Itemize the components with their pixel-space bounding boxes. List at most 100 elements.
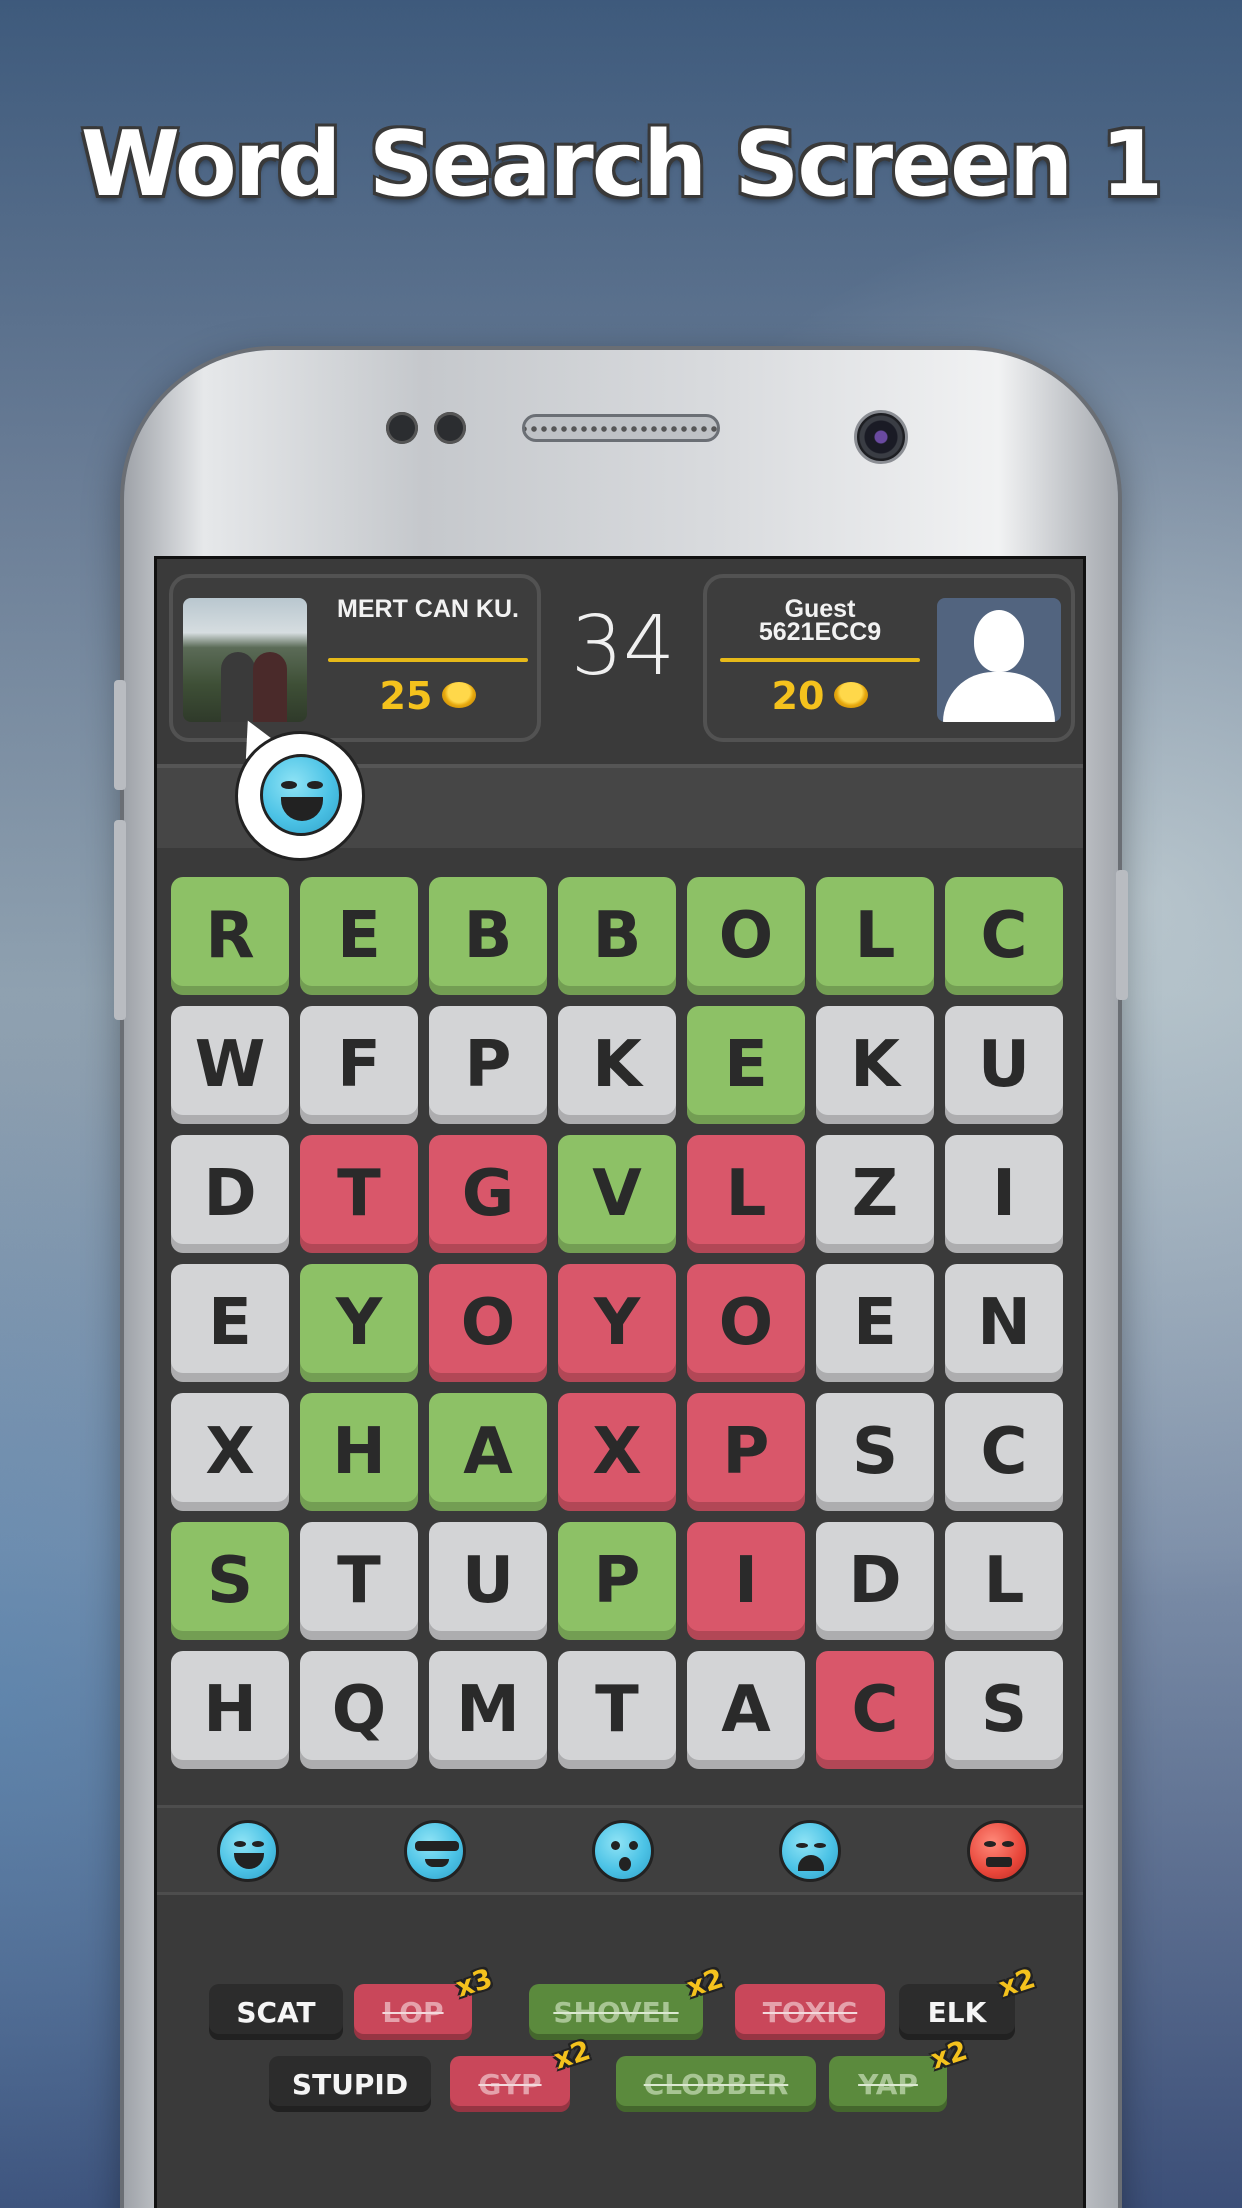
letter-tile[interactable]: P [687,1393,805,1511]
divider [328,658,528,662]
letter-tile[interactable]: X [171,1393,289,1511]
laughing-emoji-icon [260,754,342,836]
word-chip: SHOVEL x2 [529,1963,727,2040]
word-label: YAP [858,2067,918,2101]
letter-tile[interactable]: C [945,1393,1063,1511]
phone-frame: MERT CAN KU. 25 34 Guest 5621ECC9 20 R E… [114,350,1128,2208]
reaction-bubble [235,731,365,861]
letter-tile[interactable]: H [300,1393,418,1511]
letter-tile[interactable]: K [816,1006,934,1124]
letter-tile[interactable]: F [300,1006,418,1124]
letter-tile[interactable]: O [429,1264,547,1382]
letter-tile[interactable]: I [687,1522,805,1640]
word-chip: SCAT [209,1984,343,2040]
letter-tile[interactable]: B [558,877,676,995]
word-chip: ELK x2 [899,1963,1039,2040]
letter-tile[interactable]: C [816,1651,934,1769]
word-label: SHOVEL [553,1995,679,2029]
letter-tile[interactable]: V [558,1135,676,1253]
letter-tile[interactable]: Z [816,1135,934,1253]
letter-grid[interactable]: REBBOLCWFPKEKUDTGVLZIEYOYOENXHAXPSCSTUPI… [171,877,1075,1777]
letter-tile[interactable]: E [816,1264,934,1382]
turn-timer: 34 [570,599,676,694]
letter-tile[interactable]: L [945,1522,1063,1640]
volume-button [114,680,126,790]
letter-tile[interactable]: E [171,1264,289,1382]
cool-sunglasses-emoji-icon[interactable] [404,1820,466,1882]
word-chip: YAP x2 [829,2035,971,2112]
letter-tile[interactable]: W [171,1006,289,1124]
letter-tile[interactable]: P [558,1522,676,1640]
letter-tile[interactable]: I [945,1135,1063,1253]
coin-icon [442,681,477,708]
light-sensor [434,412,466,444]
coin-count: 25 [323,674,533,718]
letter-tile[interactable]: X [558,1393,676,1511]
letter-tile[interactable]: B [429,877,547,995]
letter-tile[interactable]: Q [300,1651,418,1769]
player-card-left: MERT CAN KU. 25 [169,574,541,742]
letter-tile[interactable]: E [687,1006,805,1124]
letter-tile[interactable]: T [558,1651,676,1769]
letter-tile[interactable]: D [171,1135,289,1253]
letter-tile[interactable]: H [171,1651,289,1769]
laughing-emoji-icon[interactable] [217,1820,279,1882]
multiplier-badge: x2 [926,2035,971,2076]
letter-tile[interactable]: A [429,1393,547,1511]
letter-tile[interactable]: E [300,877,418,995]
screen-headline: Word Search Screen 1 [80,112,1163,217]
word-chip: STUPID [269,2056,431,2112]
surprised-emoji-icon[interactable] [592,1820,654,1882]
letter-tile[interactable]: R [171,877,289,995]
letter-tile[interactable]: U [945,1006,1063,1124]
volume-button [114,820,126,1020]
letter-tile[interactable]: C [945,877,1063,995]
player-card-right: Guest 5621ECC9 20 [703,574,1075,742]
crying-emoji-icon[interactable] [779,1820,841,1882]
letter-tile[interactable]: T [300,1522,418,1640]
letter-tile[interactable]: S [171,1522,289,1640]
word-chip: CLOBBER [616,2056,816,2112]
word-label: TOXIC [762,1995,858,2029]
multiplier-badge: x2 [682,1963,727,2004]
earpiece-speaker [522,414,720,442]
multiplier-badge: x2 [994,1963,1039,2004]
letter-tile[interactable]: Y [300,1264,418,1382]
divider [720,658,920,662]
player-name: Guest 5621ECC9 [758,595,882,646]
letter-tile[interactable]: U [429,1522,547,1640]
letter-tile[interactable]: O [687,877,805,995]
multiplier-badge: x2 [549,2035,594,2076]
coin-count: 20 [715,674,925,718]
word-label: SCAT [236,1995,316,2029]
letter-tile[interactable]: S [945,1651,1063,1769]
coin-icon [834,681,869,708]
letter-tile[interactable]: K [558,1006,676,1124]
letter-tile[interactable]: G [429,1135,547,1253]
letter-tile[interactable]: D [816,1522,934,1640]
proximity-sensor [386,412,418,444]
letter-tile[interactable]: A [687,1651,805,1769]
game-screen: MERT CAN KU. 25 34 Guest 5621ECC9 20 R E… [154,556,1086,2208]
letter-tile[interactable]: T [300,1135,418,1253]
angry-emoji-icon[interactable] [967,1820,1029,1882]
power-button [1116,870,1128,1000]
word-label: ELK [927,1995,987,2029]
letter-tile[interactable]: P [429,1006,547,1124]
letter-tile[interactable]: S [816,1393,934,1511]
multiplier-badge: x3 [451,1963,496,2004]
letter-tile[interactable]: M [429,1651,547,1769]
letter-tile[interactable]: N [945,1264,1063,1382]
word-label: GYP [478,2067,542,2101]
letter-tile[interactable]: O [687,1264,805,1382]
emoji-reaction-bar [157,1805,1083,1895]
guest-avatar-icon [937,598,1061,722]
front-camera [854,410,908,464]
word-label: STUPID [291,2067,409,2101]
letter-tile[interactable]: L [687,1135,805,1253]
letter-tile[interactable]: Y [558,1264,676,1382]
letter-tile[interactable]: L [816,877,934,995]
word-chip: LOP x3 [354,1963,496,2040]
word-chip: TOXIC [735,1984,885,2040]
word-label: CLOBBER [643,2067,789,2101]
